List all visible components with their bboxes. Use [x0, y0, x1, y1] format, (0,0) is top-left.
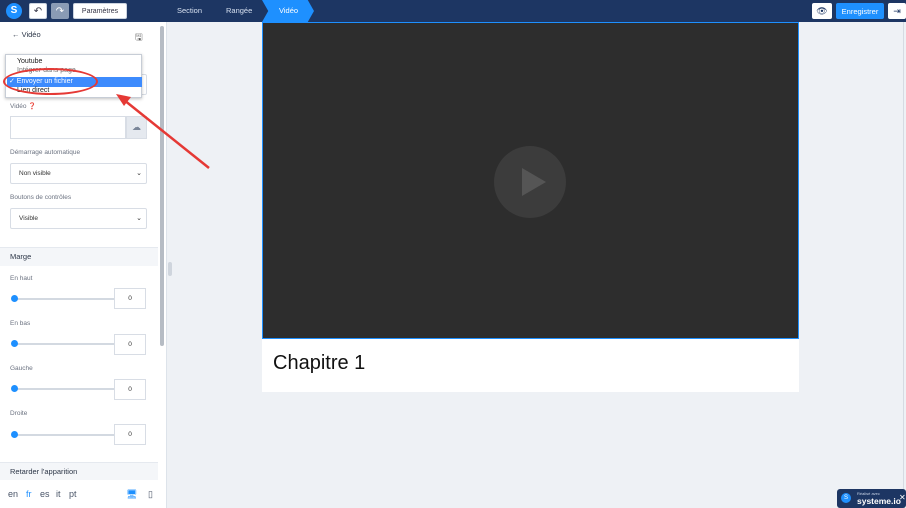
autoplay-label: Démarrage automatique — [10, 149, 81, 156]
close-icon[interactable]: ✕ — [899, 493, 906, 502]
mobile-icon[interactable]: ▯ — [148, 489, 153, 500]
systeme-badge[interactable]: S Réalisé avec systeme.io ✕ — [837, 489, 906, 508]
autoplay-select[interactable]: Non visible ⌄ — [10, 163, 147, 184]
autoplay-value: Non visible — [19, 170, 51, 177]
margin-section-title[interactable]: Marge — [0, 247, 158, 266]
undo-icon: ↶ — [33, 5, 43, 17]
margin-left-slider[interactable] — [14, 388, 114, 390]
play-icon — [522, 168, 546, 196]
margin-bottom-slider-knob[interactable] — [11, 340, 18, 347]
canvas-divider — [903, 22, 904, 508]
margin-right-slider-knob[interactable] — [11, 431, 18, 438]
exit-icon: ⇥ — [893, 5, 901, 16]
back-link[interactable]: ← Vidéo — [12, 30, 41, 39]
save-block-icon[interactable]: 🖫 — [135, 30, 143, 46]
lang-fr[interactable]: fr — [26, 489, 32, 499]
systeme-badge-logo: S — [841, 493, 851, 503]
delay-section-title[interactable]: Retarder l'apparition — [0, 462, 158, 481]
redo-button[interactable]: ↷ — [51, 3, 69, 19]
video-url-input[interactable] — [10, 116, 126, 139]
exit-button[interactable]: ⇥ — [888, 3, 906, 19]
undo-button[interactable]: ↶ — [29, 3, 47, 19]
margin-top-slider-knob[interactable] — [11, 295, 18, 302]
margin-top-label: En haut — [10, 275, 33, 282]
breadcrumb-video[interactable]: Vidéo — [279, 0, 298, 22]
margin-bottom-input[interactable]: 0 — [114, 334, 146, 355]
highlight-ellipse — [3, 68, 98, 95]
cloud-upload-icon: ☁ — [132, 122, 141, 132]
margin-top-slider[interactable] — [14, 298, 114, 300]
margin-left-slider-knob[interactable] — [11, 385, 18, 392]
save-button[interactable]: Enregistrer — [836, 3, 884, 19]
margin-bottom-label: En bas — [10, 320, 31, 327]
breadcrumb-row[interactable]: Rangée — [226, 0, 252, 22]
help-icon[interactable]: ❓ — [28, 103, 36, 110]
margin-right-label: Droite — [10, 410, 28, 417]
margin-top-input[interactable]: 0 — [114, 288, 146, 309]
upload-button[interactable]: ☁ — [126, 116, 147, 139]
lang-en[interactable]: en — [8, 489, 18, 499]
margin-right-input[interactable]: 0 — [114, 424, 146, 445]
settings-button[interactable]: Paramètres — [73, 3, 127, 19]
chevron-down-icon: ⌄ — [136, 215, 142, 222]
chapter-heading[interactable]: Chapitre 1 — [273, 352, 365, 375]
top-bar: S ↶ ↷ Paramètres Section Rangée Vidéo 👁 … — [0, 0, 906, 22]
video-label: Vidéo ❓ — [10, 103, 37, 110]
controls-label: Boutons de contrôles — [10, 194, 72, 201]
redo-icon: ↷ — [55, 5, 65, 17]
chevron-down-icon: ⌄ — [136, 170, 142, 177]
eye-icon: 👁 — [816, 5, 828, 16]
preview-button[interactable]: 👁 — [812, 3, 832, 19]
desktop-icon[interactable]: 🖥 — [126, 489, 137, 500]
margin-bottom-slider[interactable] — [14, 343, 114, 345]
controls-select[interactable]: Visible ⌄ — [10, 208, 147, 229]
lang-it[interactable]: it — [56, 489, 61, 499]
breadcrumb-section[interactable]: Section — [177, 0, 202, 22]
language-bar: en fr es it pt 🖥 ▯ — [0, 480, 166, 508]
margin-right-slider[interactable] — [14, 434, 114, 436]
lang-pt[interactable]: pt — [69, 489, 77, 499]
margin-left-input[interactable]: 0 — [114, 379, 146, 400]
option-youtube[interactable]: Youtube — [17, 58, 42, 65]
play-button[interactable] — [494, 146, 566, 218]
margin-left-label: Gauche — [10, 365, 33, 372]
lang-es[interactable]: es — [40, 489, 50, 499]
badge-name: systeme.io — [857, 496, 901, 506]
controls-value: Visible — [19, 215, 39, 222]
sidebar-resize-handle[interactable] — [168, 262, 172, 276]
systeme-logo[interactable]: S — [6, 3, 22, 19]
sidebar-scrollbar[interactable] — [160, 26, 164, 346]
